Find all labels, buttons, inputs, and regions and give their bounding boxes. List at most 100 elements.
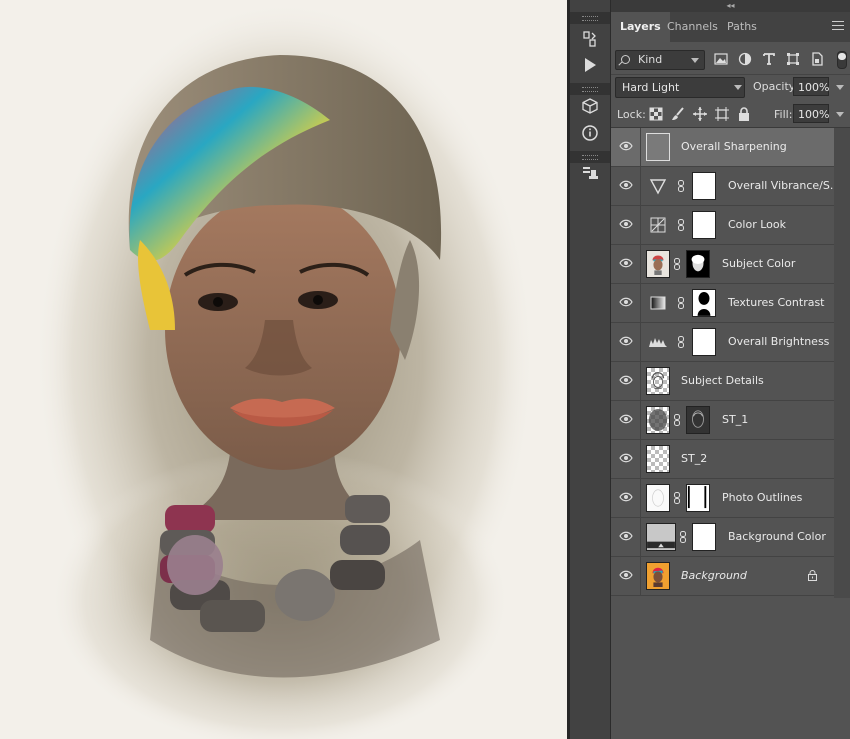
history-icon[interactable] [577,26,603,52]
3d-icon[interactable] [577,93,603,119]
collapsed-panels-strip [570,0,611,739]
image-filter-icon[interactable] [713,51,729,67]
layer-mask-thumbnail[interactable] [686,250,710,278]
layer-row[interactable]: Textures Contrast [611,284,834,323]
shape-filter-icon[interactable] [785,51,801,67]
gradient-map-icon[interactable] [646,289,670,317]
layer-mask-thumbnail[interactable] [692,289,716,317]
layer-mask-thumbnail[interactable] [692,328,716,356]
panel-menu-icon[interactable] [832,21,844,31]
layer-name[interactable]: Color Look [728,206,786,244]
layer-row[interactable]: Photo Outlines [611,479,834,518]
clone-source-icon[interactable] [577,160,603,186]
filter-kind-select[interactable]: Kind [615,50,705,70]
visibility-eye-icon[interactable] [619,336,633,346]
blend-row: Hard Light Opacity: 100% [611,75,850,99]
layer-row[interactable]: Overall Vibrance/S... [611,167,840,206]
link-chain-icon[interactable] [678,336,684,348]
layer-name[interactable]: Photo Outlines [722,479,802,517]
adjustment-filter-icon[interactable] [737,51,753,67]
layer-mask-thumbnail[interactable] [686,484,710,512]
layer-row[interactable]: ST_2 [611,440,834,479]
layer-name[interactable]: ST_1 [722,401,748,439]
tab-channels[interactable]: Channels [658,12,727,42]
layer-thumbnail[interactable] [646,250,670,278]
vibrance-adjustment-icon[interactable] [646,172,670,200]
layer-row[interactable]: Subject Details [611,362,834,401]
document-canvas[interactable] [0,0,567,739]
layers-scrollbar[interactable] [834,128,850,598]
visibility-eye-icon[interactable] [619,531,633,541]
link-chain-icon[interactable] [674,492,680,504]
lock-label: Lock: [617,108,646,121]
layer-mask-thumbnail[interactable] [692,211,716,239]
lock-position-icon[interactable] [693,107,707,121]
layer-thumbnail[interactable] [646,445,670,473]
visibility-eye-icon[interactable] [619,180,633,190]
visibility-eye-icon[interactable] [619,297,633,307]
layer-name[interactable]: ST_2 [681,440,707,478]
smart-object-filter-icon[interactable] [809,51,825,67]
fill-slider-toggle[interactable] [836,112,844,117]
layer-row[interactable]: Background [611,557,834,596]
visibility-eye-icon[interactable] [619,258,633,268]
lock-all-icon[interactable] [737,107,751,121]
visibility-eye-icon[interactable] [619,453,633,463]
link-chain-icon[interactable] [680,531,686,543]
visibility-eye-icon[interactable] [619,219,633,229]
layer-name[interactable]: Background Color [728,518,826,556]
layer-name[interactable]: Textures Contrast [728,284,825,322]
solid-color-fill-thumbnail[interactable] [646,523,676,551]
lock-transparent-icon[interactable] [649,107,663,121]
layer-thumbnail[interactable] [646,484,670,512]
layer-lock-icon[interactable] [807,570,818,581]
layer-row[interactable]: Background Color [611,518,834,557]
lock-artboard-icon[interactable] [715,107,729,121]
strip-grip[interactable] [570,12,610,24]
layer-name[interactable]: Subject Color [722,245,795,283]
layer-row[interactable]: Subject Color [611,245,834,284]
layer-thumbnail[interactable] [646,367,670,395]
blend-mode-select[interactable]: Hard Light [615,77,745,98]
layer-name[interactable]: Overall Vibrance/S... [728,167,840,205]
layer-mask-thumbnail[interactable] [692,523,716,551]
opacity-label: Opacity: [753,80,799,93]
link-chain-icon[interactable] [674,258,680,270]
filter-toggle-switch[interactable] [837,51,847,69]
opacity-input[interactable]: 100% [793,77,829,96]
link-chain-icon[interactable] [678,219,684,231]
color-lookup-icon[interactable] [646,211,670,239]
layer-name[interactable]: Overall Sharpening [681,128,787,166]
layer-row[interactable]: ST_1 [611,401,834,440]
link-chain-icon[interactable] [674,414,680,426]
tab-paths[interactable]: Paths [718,12,766,42]
lock-paint-icon[interactable] [671,107,685,121]
layer-row[interactable]: Overall Sharpening [611,128,834,167]
info-icon[interactable] [577,120,603,146]
layer-name[interactable]: Overall Brightness [728,323,829,361]
visibility-eye-icon[interactable] [619,141,633,151]
layer-thumbnail[interactable] [646,406,670,434]
play-actions-icon[interactable] [577,52,603,78]
link-chain-icon[interactable] [678,297,684,309]
layer-mask-thumbnail[interactable] [686,406,710,434]
collapse-bar[interactable]: ◂◂ [611,0,850,12]
visibility-eye-icon[interactable] [619,375,633,385]
levels-adjustment-icon[interactable] [646,328,670,356]
opacity-slider-toggle[interactable] [836,85,844,90]
layer-thumbnail[interactable] [646,562,670,590]
layer-name[interactable]: Subject Details [681,362,764,400]
visibility-eye-icon[interactable] [619,414,633,424]
collapse-icon[interactable]: ◂◂ [611,0,850,12]
fill-label: Fill: [774,108,793,121]
fill-input[interactable]: 100% [793,104,829,123]
type-filter-icon[interactable] [761,51,777,67]
visibility-eye-icon[interactable] [619,570,633,580]
layer-name[interactable]: Background [681,557,747,595]
visibility-eye-icon[interactable] [619,492,633,502]
layer-thumbnail[interactable] [646,133,670,161]
link-chain-icon[interactable] [678,180,684,192]
layer-row[interactable]: Overall Brightness [611,323,834,362]
layer-mask-thumbnail[interactable] [692,172,716,200]
layer-row[interactable]: Color Look [611,206,834,245]
